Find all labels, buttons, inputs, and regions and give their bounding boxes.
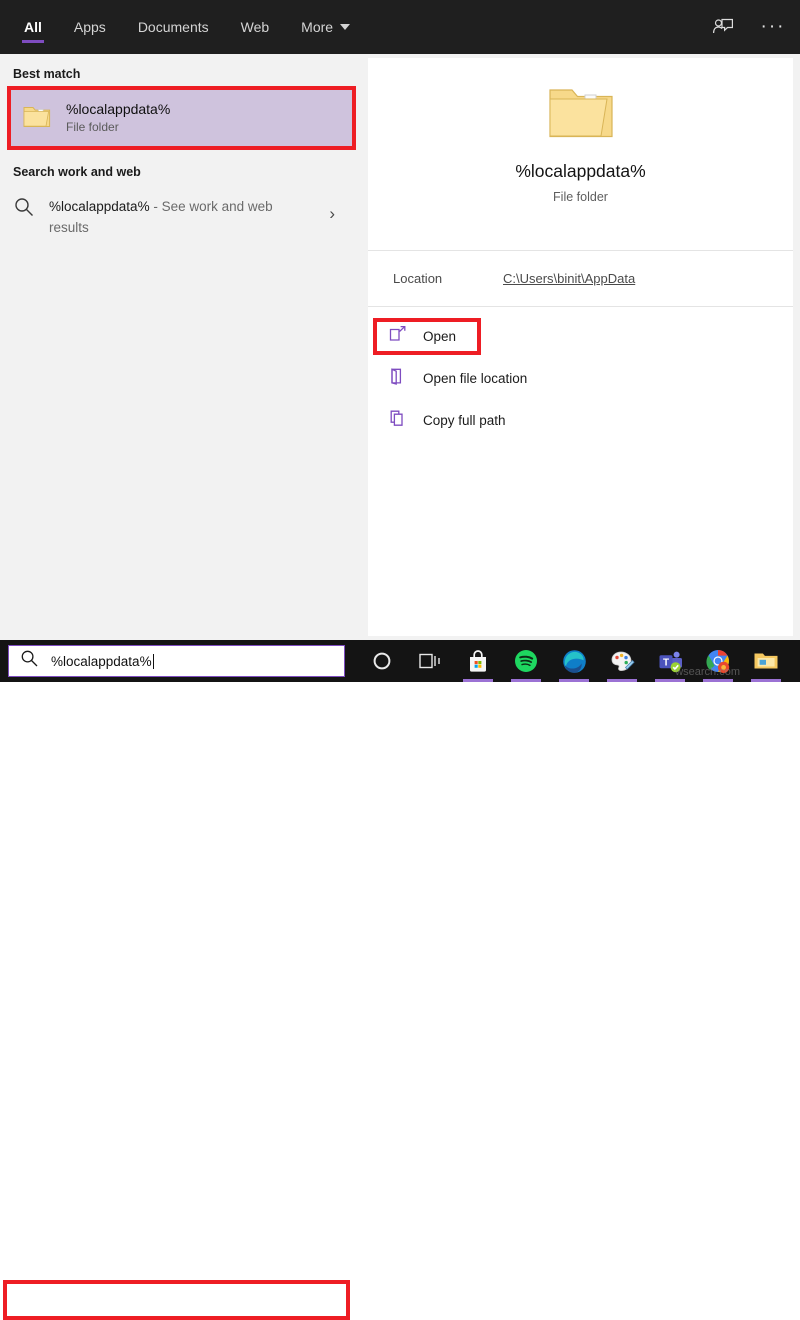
taskbar-item-file-explorer[interactable] (742, 640, 790, 682)
search-header-bar: All Apps Documents Web More ··· (0, 0, 800, 54)
web-result-query: %localappdata% (49, 199, 150, 214)
taskbar-item-cortana[interactable] (358, 640, 406, 682)
ellipsis-icon[interactable]: ··· (760, 14, 786, 40)
preview-card: %localappdata% File folder Location C:\U… (368, 58, 793, 636)
chevron-right-icon[interactable]: › (329, 204, 335, 224)
chevron-down-icon (340, 24, 351, 30)
search-results-pane: Best match %localappdata% File folder Se… (0, 54, 363, 640)
header-actions: ··· (710, 0, 786, 54)
tab-apps-label: Apps (73, 19, 106, 35)
search-icon (20, 649, 39, 673)
web-result-text: %localappdata% - See work and web result… (49, 196, 294, 238)
location-value-link[interactable]: C:\Users\binit\AppData (503, 271, 635, 286)
tab-web[interactable]: Web (225, 0, 286, 54)
tab-documents-label: Documents (137, 19, 209, 35)
preview-title: %localappdata% (515, 161, 646, 181)
taskbar-item-paint[interactable] (598, 640, 646, 682)
best-match-result[interactable]: %localappdata% File folder (9, 88, 354, 148)
tab-more[interactable]: More (285, 0, 366, 54)
action-open-file-location[interactable]: Open file location (368, 362, 793, 395)
folder-open-icon (388, 367, 408, 390)
preview-actions: Open Open file location Copy full path (368, 307, 793, 437)
ellipsis-glyph: ··· (760, 16, 786, 37)
action-copy-full-path[interactable]: Copy full path (368, 404, 793, 437)
best-match-heading: Best match (13, 67, 81, 81)
tab-all[interactable]: All (8, 0, 58, 54)
location-label: Location (393, 271, 443, 286)
best-match-container: %localappdata% File folder (7, 86, 356, 150)
copy-icon (388, 409, 408, 432)
tab-apps[interactable]: Apps (58, 0, 122, 54)
preview-header: %localappdata% File folder (368, 58, 793, 251)
action-open-file-location-label: Open file location (423, 371, 528, 386)
text-cursor (152, 653, 154, 669)
taskbar-item-microsoft-edge[interactable] (550, 640, 598, 682)
taskbar-item-task-view[interactable] (406, 640, 454, 682)
taskbar-item-spotify[interactable] (502, 640, 550, 682)
best-match-text: %localappdata% File folder (66, 100, 170, 136)
preview-location-row: Location C:\Users\binit\AppData (368, 251, 793, 307)
tab-web-label: Web (240, 19, 270, 35)
folder-icon (545, 78, 617, 149)
action-copy-full-path-label: Copy full path (423, 413, 506, 428)
search-filter-tabs: All Apps Documents Web More (8, 0, 366, 54)
taskbar-search-input[interactable]: %localappdata% (8, 645, 345, 677)
person-chat-icon[interactable] (710, 14, 736, 40)
search-box-callout (3, 1280, 350, 1320)
best-match-subtitle: File folder (66, 120, 119, 134)
tab-more-label: More (301, 19, 334, 35)
action-open[interactable]: Open (368, 318, 793, 355)
open-external-icon (388, 325, 408, 348)
tab-documents[interactable]: Documents (122, 0, 225, 54)
search-input-text: %localappdata% (51, 653, 152, 669)
watermark-text: wsearch.com (675, 666, 740, 678)
web-result-row[interactable]: %localappdata% - See work and web result… (0, 186, 363, 264)
search-input-value: %localappdata% (51, 653, 154, 669)
preview-pane: %localappdata% File folder Location C:\U… (363, 54, 800, 640)
web-results-heading: Search work and web (13, 165, 141, 179)
search-icon (13, 196, 35, 223)
folder-icon (22, 102, 52, 135)
svg-text:T: T (662, 657, 668, 668)
taskbar: %localappdata% T wsearch.com (0, 640, 800, 1320)
best-match-title: %localappdata% (66, 101, 171, 117)
preview-subtitle: File folder (553, 190, 608, 204)
action-open-label: Open (423, 329, 457, 344)
tab-all-label: All (24, 19, 42, 35)
taskbar-item-microsoft-store[interactable] (454, 640, 502, 682)
